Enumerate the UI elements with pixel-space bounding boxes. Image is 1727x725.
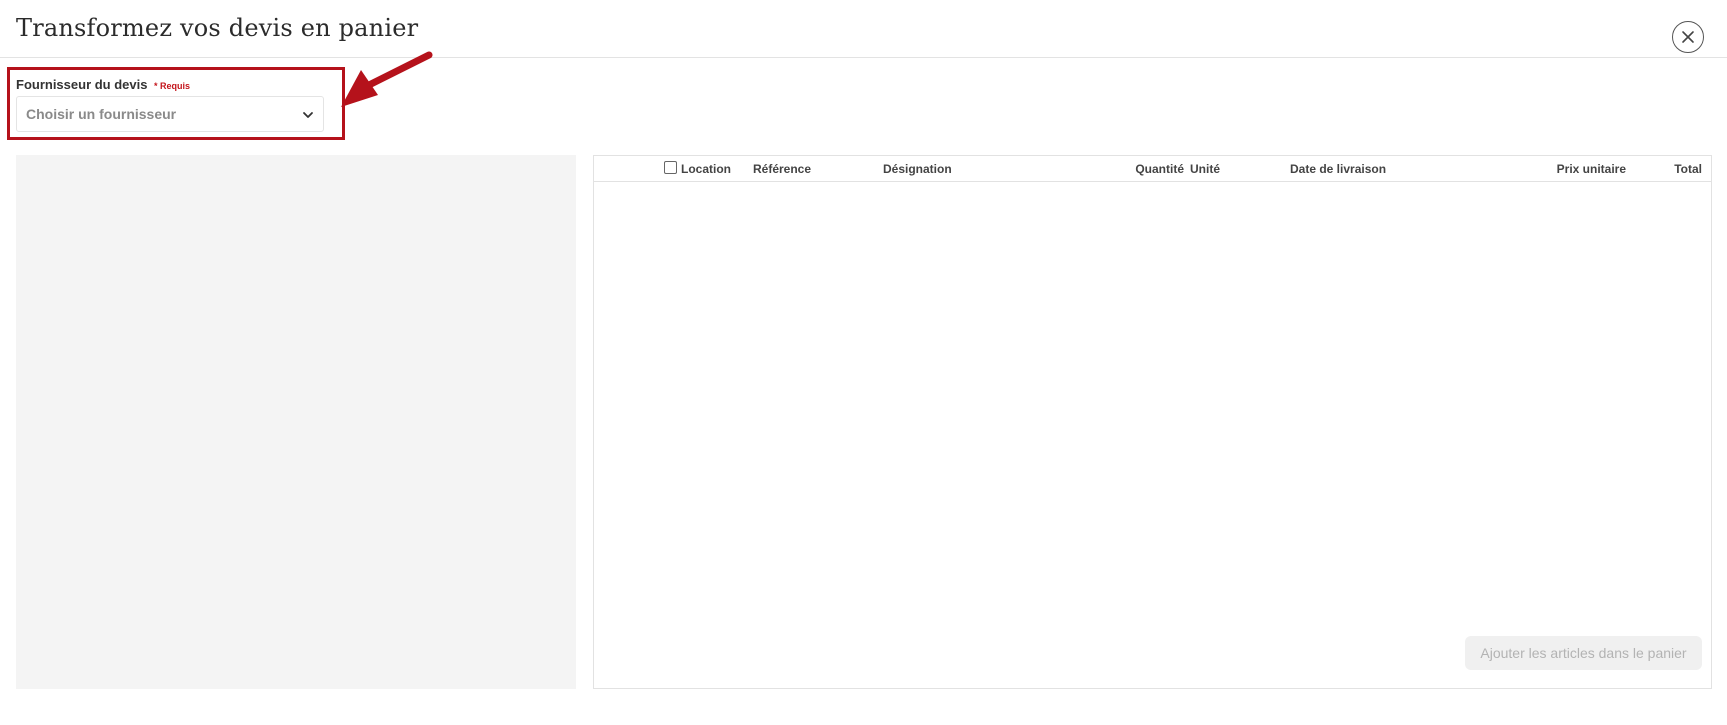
supplier-label: Fournisseur du devis xyxy=(16,77,148,92)
close-button[interactable] xyxy=(1672,21,1704,53)
column-delivery-date: Date de livraison xyxy=(1290,162,1387,176)
table-header: Location Référence Désignation Quantité … xyxy=(594,156,1711,182)
column-total: Total xyxy=(1674,162,1702,176)
supplier-select-placeholder: Choisir un fournisseur xyxy=(26,106,177,122)
column-reference: Référence xyxy=(753,162,812,176)
column-unit: Unité xyxy=(1190,162,1220,176)
chevron-down-icon xyxy=(303,112,313,118)
modal-header: Transformez vos devis en panier xyxy=(0,0,1727,58)
items-table: Location Référence Désignation Quantité … xyxy=(593,155,1712,689)
supplier-field: Fournisseur du devis * Requis Choisir un… xyxy=(16,76,324,132)
column-quantity: Quantité xyxy=(1135,162,1184,176)
close-icon xyxy=(1682,31,1694,43)
add-to-cart-button[interactable]: Ajouter les articles dans le panier xyxy=(1465,636,1702,670)
required-badge: * Requis xyxy=(153,81,190,91)
supplier-select[interactable]: Choisir un fournisseur xyxy=(16,96,324,132)
location-checkbox[interactable] xyxy=(664,161,677,174)
document-preview-panel xyxy=(16,155,576,689)
column-designation: Désignation xyxy=(883,162,952,176)
modal-title: Transformez vos devis en panier xyxy=(16,14,419,42)
column-location: Location xyxy=(681,162,731,176)
column-unit-price: Prix unitaire xyxy=(1556,162,1626,176)
